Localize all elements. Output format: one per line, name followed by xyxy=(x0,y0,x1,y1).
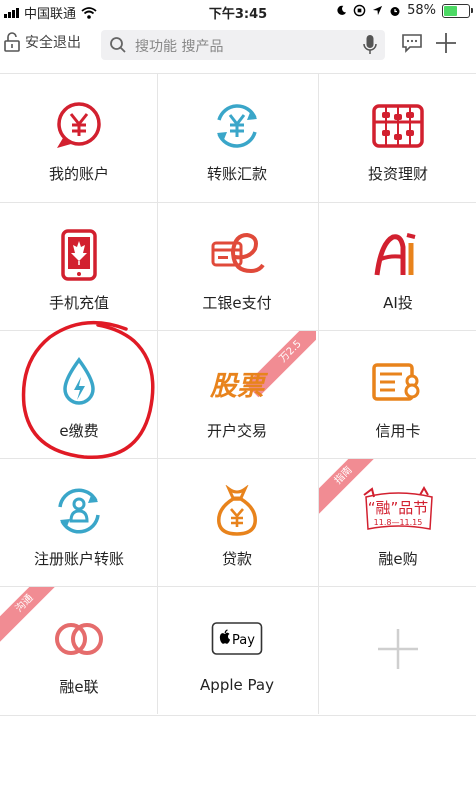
grid-item-apple-pay[interactable]: Pay Apple Pay xyxy=(158,587,316,715)
yuan-circle-icon xyxy=(57,102,101,148)
unlock-icon xyxy=(4,32,20,52)
alarm-icon xyxy=(390,6,400,16)
moon-icon xyxy=(337,5,347,15)
grid-item-label: 转账汇款 xyxy=(206,165,267,183)
grid-item-rong-e-gou[interactable]: 指南 “融”品节 11.8—11.15 融e购 xyxy=(319,459,476,587)
message-icon[interactable] xyxy=(401,32,423,54)
add-icon xyxy=(378,629,418,669)
person-refresh-icon xyxy=(58,488,100,534)
abacus-icon xyxy=(372,104,424,148)
grid-item-phone-topup[interactable]: 手机充值 xyxy=(0,203,158,331)
grid-item-my-account[interactable]: 我的账户 xyxy=(0,74,158,202)
ai-logo-icon xyxy=(374,233,416,276)
stock-logo-icon: 股票 xyxy=(209,371,269,402)
search-bar[interactable]: 搜功能 搜产品 xyxy=(101,30,385,60)
grid-item-add-more[interactable] xyxy=(319,587,476,715)
battery-percent: 58% xyxy=(407,3,436,18)
grid-item-label: 投资理财 xyxy=(367,165,428,183)
logout-button[interactable]: 安全退出 xyxy=(4,32,81,52)
credit-card-icon xyxy=(372,363,420,401)
money-bag-icon xyxy=(217,485,257,536)
svg-text:“融”品节: “融”品节 xyxy=(368,499,429,517)
svg-text:11.8—11.15: 11.8—11.15 xyxy=(374,518,423,527)
rings-icon xyxy=(55,623,103,655)
logout-label: 安全退出 xyxy=(25,35,81,51)
grid-item-e-pay[interactable]: 工银e支付 xyxy=(158,203,316,331)
top-bar: 安全退出 搜功能 搜产品 xyxy=(0,22,476,68)
annotation-circle xyxy=(21,320,155,460)
grid-item-label: 信用卡 xyxy=(375,422,421,440)
status-bar: 中国联通 下午3:45 58% xyxy=(0,0,476,22)
grid-item-label: 手机充值 xyxy=(48,294,109,312)
phone-maple-icon xyxy=(61,229,97,281)
grid-item-label: 注册账户转账 xyxy=(33,550,124,568)
svg-text:股票: 股票 xyxy=(209,371,269,402)
festival-logo-icon: “融”品节11.8—11.15 xyxy=(363,485,433,530)
orientation-lock-icon xyxy=(353,4,366,17)
grid-item-credit-card[interactable]: 信用卡 xyxy=(319,331,476,459)
grid-item-account-trade[interactable]: 万2.5 股票 开户交易 xyxy=(158,331,316,459)
svg-text:Pay: Pay xyxy=(232,633,255,648)
grid-item-label: 开户交易 xyxy=(206,422,267,440)
battery-icon xyxy=(442,3,473,18)
microphone-icon[interactable] xyxy=(363,34,377,56)
location-icon xyxy=(373,5,383,16)
grid-item-label: 贷款 xyxy=(221,550,252,568)
grid-item-transfer[interactable]: 转账汇款 xyxy=(158,74,316,202)
grid-item-label: 工银e支付 xyxy=(202,294,272,312)
grid-item-registered-transfer[interactable]: 注册账户转账 xyxy=(0,459,158,587)
search-icon xyxy=(110,37,126,53)
grid-item-invest[interactable]: 投资理财 xyxy=(319,74,476,202)
yuan-transfer-icon xyxy=(217,104,257,148)
grid-item-label: 融e联 xyxy=(59,678,99,696)
grid-item-label: Apple Pay xyxy=(200,676,274,694)
grid-item-ai-invest[interactable]: AI投 xyxy=(319,203,476,331)
grid-item-label: AI投 xyxy=(383,294,413,312)
grid-item-label: 融e购 xyxy=(378,550,418,568)
grid-item-loan[interactable]: 贷款 xyxy=(158,459,316,587)
grid-item-rong-e-lian[interactable]: 沟通 融e联 xyxy=(0,587,158,715)
search-placeholder: 搜功能 搜产品 xyxy=(135,39,224,55)
card-e-icon xyxy=(211,232,265,274)
grid-item-label: 我的账户 xyxy=(48,165,109,183)
add-icon[interactable] xyxy=(435,32,457,54)
apple-pay-icon: Pay xyxy=(211,622,263,655)
